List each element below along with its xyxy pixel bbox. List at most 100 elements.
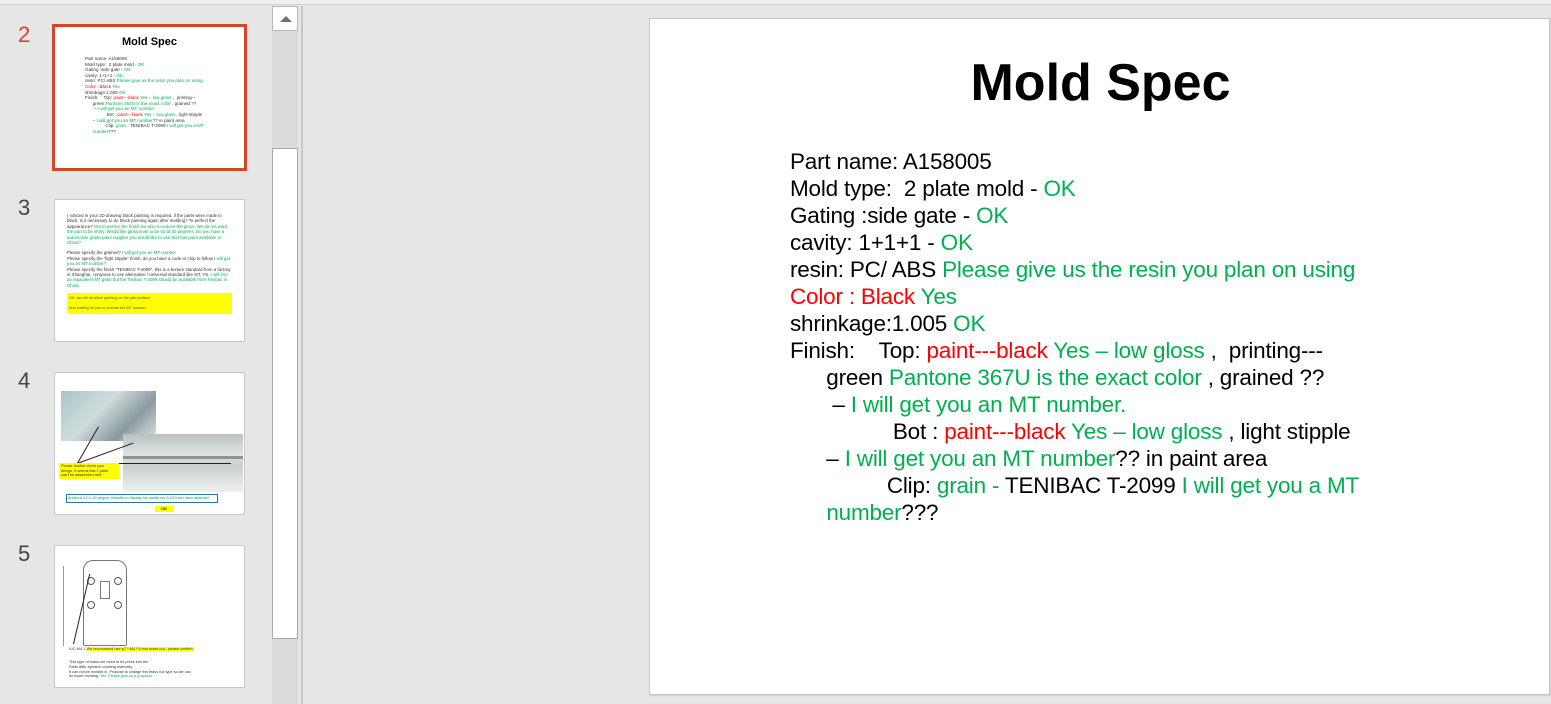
text-run: paint---black (926, 338, 1048, 363)
text-run: – (790, 446, 845, 471)
hole (114, 577, 122, 585)
text-run: OK (118, 89, 126, 95)
thumbnail-line: number??? (85, 129, 244, 135)
text-run: Yes (920, 284, 957, 309)
ok-label: OK (155, 506, 173, 512)
text-run: cavity: 1+1+1 - (790, 230, 941, 255)
text-run: , grained ?? (170, 100, 197, 106)
text-run: I will get you an MT number (96, 117, 153, 123)
body-line: do insert molding. Yes. Please give us a… (69, 674, 191, 679)
thumbnail-scrollbar[interactable] (272, 6, 298, 704)
dimension-line (63, 566, 64, 646)
slide-thumbnail-2[interactable]: Mold Spec Part name: A158005 Mold type: 2… (52, 24, 247, 171)
highlight-box: OK, we will do black painting on the par… (67, 293, 232, 315)
text-run: – (790, 392, 851, 417)
slide-text-line: – I will get you an MT number?? in paint… (790, 445, 1359, 472)
hole (114, 601, 122, 609)
text-run: Color : Black (85, 83, 113, 89)
reply-box: Added a 1.0 x 30 degree chamfer to displ… (66, 494, 218, 503)
thumbnail-body: I noticed in your 2D drawing black paint… (55, 200, 244, 315)
text-run: I will get you an MT number. (850, 392, 1127, 417)
text-run: cavity: 1+1+1 - (85, 72, 117, 78)
slide-text-line: cavity: 1+1+1 - OK (790, 229, 1359, 256)
text-run: ?? in paint area (1115, 446, 1268, 471)
text-run: Clip: (85, 123, 116, 129)
text-run: Mold type: 2 plate mold - (85, 61, 138, 67)
slide-number: 5 (18, 541, 31, 566)
text-run: Part name: A158005 (85, 56, 127, 61)
text-run: ??? (901, 500, 939, 525)
text-run: resin: PC/ ABS (85, 78, 117, 84)
text-run: OK (137, 61, 145, 67)
text-run: Bot : (85, 111, 118, 117)
text-run: , grained ?? (1201, 365, 1325, 390)
text-run: , printing--- (1204, 338, 1323, 363)
text-run: TENIBAC T-2099 (1004, 473, 1182, 498)
scroll-up-arrow-icon[interactable] (272, 6, 298, 31)
scrollbar-thumb[interactable] (272, 148, 298, 639)
text-run: Yes – low gloss (1047, 338, 1205, 363)
slide-text-line: Part name: A158005 (790, 148, 1359, 175)
text-run: Please give us the resin you plan on usi… (116, 78, 203, 84)
slide-editor-area: Mold Spec Part name: A158005 Mold type: 2… (303, 6, 1551, 704)
slide-text-line: Color : Black Yes (790, 283, 1359, 310)
text-run: shrinkage:1.005 (790, 311, 954, 336)
thumbnail-body: This type of brass nut need to be press … (69, 660, 191, 679)
text-run: – (85, 106, 98, 112)
slide-thumbnail-5[interactable]: IUC-M4-1 We recommend use φ7 * M4 * 5 mm… (54, 545, 245, 688)
text-run: Yes – low gloss (1065, 419, 1223, 444)
label-prefix: IUC-M4-1 (69, 647, 86, 651)
highlight-line: OK, we will do black painting on the par… (69, 296, 152, 301)
paragraph-text: Please specify the finish "TENIBAC T-209… (67, 266, 231, 278)
text-run: , light stipple (175, 111, 203, 117)
text-run: ??? (108, 128, 116, 134)
thumbnail-body: Part name: A158005 Mold type: 2 plate mol… (55, 56, 244, 134)
highlight-line: And waiting for you to provide the MT nu… (69, 306, 147, 311)
slide-number: 2 (18, 22, 31, 47)
text-run: Gating :side gate - (790, 203, 977, 228)
slide-thumbnail-4[interactable]: Please double check your design, it seem… (54, 372, 245, 515)
text-run: ?? in paint area (152, 117, 185, 123)
text-run (85, 129, 93, 134)
text-run: Mold type: 2 plate mold - (790, 176, 1044, 201)
part-drawing (83, 560, 127, 646)
paragraph-text: Please specify the "light stipple" finis… (67, 255, 216, 261)
slide-text-line: Gating :side gate - OK (790, 202, 1359, 229)
slide-text-line: number??? (790, 499, 1359, 526)
slide-text-line: Finish: Top: paint---black Yes – low glo… (790, 337, 1359, 364)
body-text: do insert molding. (69, 674, 100, 679)
slide-text-line: Bot : paint---black Yes – low gloss , li… (790, 418, 1359, 445)
slot (100, 581, 110, 599)
text-run: OK (953, 311, 986, 336)
slide-title[interactable]: Mold Spec (650, 53, 1551, 113)
text-run: – (85, 117, 97, 123)
paragraph-reply: I will get you an MT number (120, 250, 177, 256)
text-run: , printing--- (171, 95, 197, 101)
slide-text-line: green Pantone 367U is the exact color , … (790, 364, 1359, 391)
slide-thumbnail-3[interactable]: I noticed in your 2D drawing black paint… (54, 199, 245, 342)
text-run: number (92, 128, 109, 134)
text-run: OK (940, 230, 973, 255)
text-run: Color : Black (790, 284, 921, 309)
slide-body-text[interactable]: Part name: A158005 Mold type: 2 plate mol… (790, 148, 1359, 526)
text-run: Gating :side gate - (85, 67, 124, 73)
slide-canvas[interactable]: Mold Spec Part name: A158005 Mold type: 2… (649, 18, 1550, 695)
text-run: Bot : (790, 419, 945, 444)
slide-number: 4 (18, 368, 31, 393)
text-run: shrinkage:1.005 (85, 89, 119, 95)
slide-thumbnail-pane[interactable]: 2 Mold Spec Part name: A158005 Mold type:… (0, 6, 272, 704)
slide-text-line: shrinkage:1.005 OK (790, 310, 1359, 337)
thumbnail-paragraph: Please specify the "light stipple" finis… (67, 256, 232, 267)
slide-number: 3 (18, 195, 31, 220)
slide-text-line: resin: PC/ ABS Please give us the resin … (790, 256, 1359, 283)
text-run: OK (976, 203, 1009, 228)
text-run: Please give us the resin you plan on usi… (942, 257, 1356, 282)
thumbnail-paragraph: Please specify the finish "TENIBAC T-209… (67, 267, 232, 289)
text-run: green (790, 365, 889, 390)
label-line: IUC-M4-1 We recommend use φ7 * M4 * 5 mm… (69, 647, 194, 651)
text-run: , light stipple (1222, 419, 1351, 444)
text-run: Clip: (790, 473, 937, 498)
text-run: I will get you a MT (166, 123, 204, 129)
text-run: OK (123, 67, 131, 73)
highlight-text: We recommend use φ7 * M4 * 5 mm brass nu… (86, 647, 194, 651)
